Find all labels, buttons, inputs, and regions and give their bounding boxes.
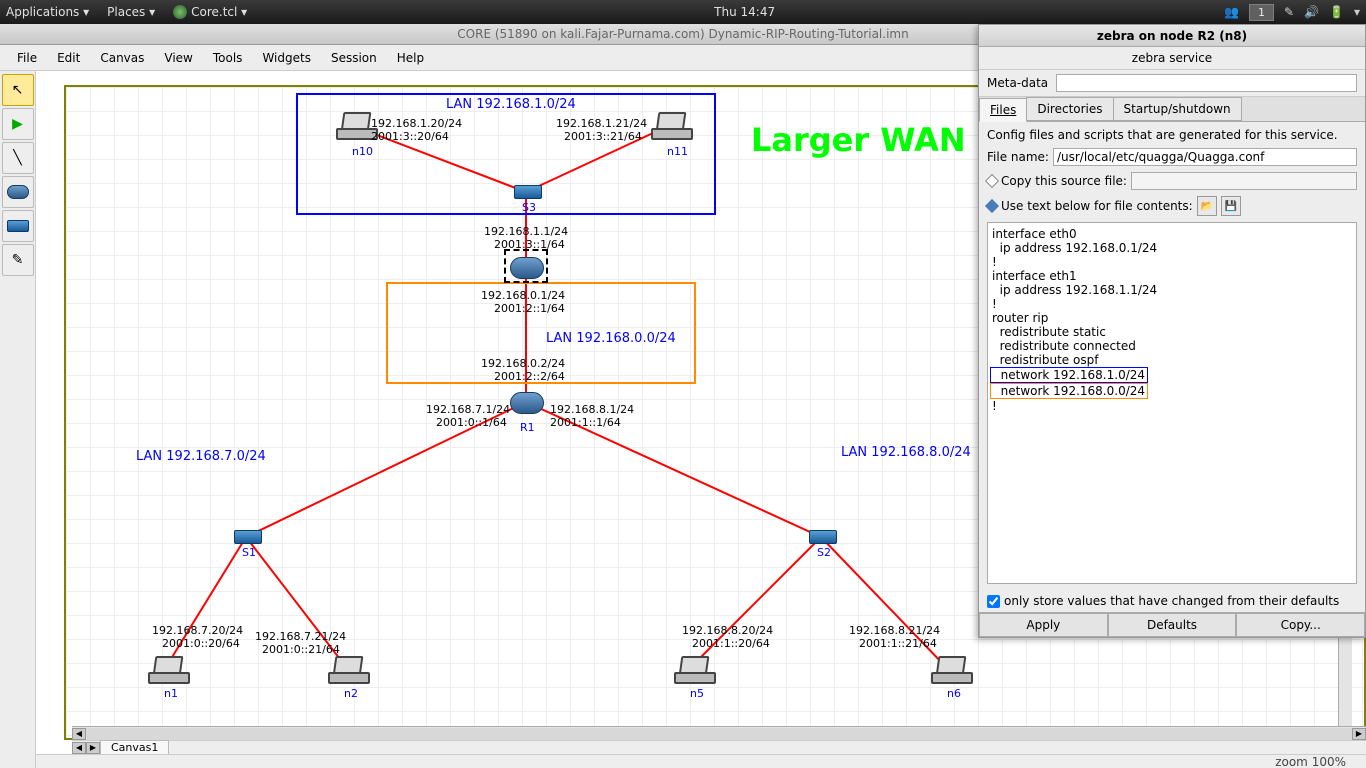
window-menu-core[interactable]: Core.tcl ▾ bbox=[173, 5, 247, 20]
node-s3[interactable] bbox=[514, 185, 542, 199]
config-textarea[interactable]: interface eth0 ip address 192.168.0.1/24… bbox=[987, 222, 1357, 584]
menu-help[interactable]: Help bbox=[388, 48, 433, 68]
radio-copy-file[interactable] bbox=[985, 174, 999, 188]
wan-title: Larger WAN bbox=[751, 121, 966, 159]
lan8-title: LAN 192.168.8.0/24 bbox=[841, 445, 971, 460]
applications-menu[interactable]: Applications ▾ bbox=[6, 5, 89, 19]
node-s2[interactable] bbox=[809, 530, 837, 544]
use-text-label: Use text below for file contents: bbox=[1001, 199, 1193, 213]
copy-file-input[interactable] bbox=[1131, 172, 1357, 190]
status-bar: zoom 100% bbox=[36, 754, 1366, 768]
copy-file-label: Copy this source file: bbox=[1001, 174, 1127, 188]
node-n5[interactable] bbox=[674, 656, 712, 684]
open-file-icon[interactable]: 📂 bbox=[1197, 196, 1217, 216]
only-store-changed-checkbox[interactable] bbox=[987, 595, 1000, 608]
apply-button[interactable]: Apply bbox=[979, 613, 1108, 637]
menu-session[interactable]: Session bbox=[322, 48, 386, 68]
radio-use-text[interactable] bbox=[985, 199, 999, 213]
users-icon[interactable]: 👥 bbox=[1224, 5, 1239, 19]
service-tabs: Files Directories Startup/shutdown bbox=[979, 97, 1365, 122]
canvas-tab[interactable]: Canvas1 bbox=[100, 740, 169, 755]
left-toolbar: ↖ ▶ ╲ ✎ bbox=[0, 71, 36, 768]
save-file-icon[interactable]: 💾 bbox=[1221, 196, 1241, 216]
menu-file[interactable]: File bbox=[8, 48, 46, 68]
select-tool[interactable]: ↖ bbox=[2, 74, 34, 106]
tab-description: Config files and scripts that are genera… bbox=[987, 128, 1357, 142]
color-picker-icon[interactable]: ✎ bbox=[1284, 5, 1294, 19]
hscroll-left[interactable]: ◀ bbox=[72, 728, 86, 740]
hscroll-right[interactable]: ▶ bbox=[1352, 728, 1366, 740]
only-store-changed-label: only store values that have changed from… bbox=[1004, 594, 1339, 608]
tab-next[interactable]: ▶ bbox=[86, 742, 100, 754]
tab-prev[interactable]: ◀ bbox=[72, 742, 86, 754]
link-tool[interactable]: ╲ bbox=[2, 142, 34, 174]
clock: Thu 14:47 bbox=[714, 5, 775, 19]
node-r2[interactable] bbox=[510, 257, 544, 279]
defaults-button[interactable]: Defaults bbox=[1108, 613, 1237, 637]
zebra-service-panel: zebra on node R2 (n8) zebra service Meta… bbox=[978, 24, 1366, 638]
node-s1[interactable] bbox=[234, 530, 262, 544]
metadata-input[interactable] bbox=[1056, 74, 1357, 92]
node-r1[interactable] bbox=[510, 392, 544, 414]
lan7-title: LAN 192.168.7.0/24 bbox=[136, 449, 266, 464]
system-tray: 👥 1 ✎ 🔊 🔋 ▾ bbox=[1224, 4, 1360, 21]
node-n6[interactable] bbox=[931, 656, 969, 684]
power-icon[interactable]: ▾ bbox=[1354, 5, 1360, 19]
menu-view[interactable]: View bbox=[155, 48, 201, 68]
tab-files[interactable]: Files bbox=[979, 98, 1027, 122]
node-n11[interactable] bbox=[651, 112, 689, 140]
menu-widgets[interactable]: Widgets bbox=[253, 48, 320, 68]
metadata-label: Meta-data bbox=[987, 76, 1048, 90]
lan1-title: LAN 192.168.1.0/24 bbox=[446, 97, 576, 112]
canvas-tabbar: ◀ ▶ Canvas1 bbox=[72, 740, 1366, 754]
router-tool[interactable] bbox=[2, 176, 34, 208]
panel-subtitle: zebra service bbox=[979, 47, 1365, 70]
tab-startup[interactable]: Startup/shutdown bbox=[1113, 97, 1242, 121]
annotation-tool[interactable]: ✎ bbox=[2, 244, 34, 276]
battery-icon[interactable]: 🔋 bbox=[1329, 5, 1344, 19]
gnome-top-panel: Applications ▾ Places ▾ Core.tcl ▾ Thu 1… bbox=[0, 0, 1366, 24]
menu-canvas[interactable]: Canvas bbox=[91, 48, 153, 68]
tab-directories[interactable]: Directories bbox=[1026, 97, 1113, 121]
filename-label: File name: bbox=[987, 150, 1049, 164]
workspace-indicator[interactable]: 1 bbox=[1249, 4, 1274, 21]
menu-tools[interactable]: Tools bbox=[204, 48, 252, 68]
lan0-title: LAN 192.168.0.0/24 bbox=[546, 331, 676, 346]
node-n2[interactable] bbox=[328, 656, 366, 684]
node-n10[interactable] bbox=[336, 112, 374, 140]
horizontal-scrollbar[interactable]: ◀ ▶ bbox=[72, 726, 1366, 740]
start-session-button[interactable]: ▶ bbox=[2, 108, 34, 140]
copy-button[interactable]: Copy... bbox=[1236, 613, 1365, 637]
filename-input[interactable] bbox=[1053, 148, 1357, 166]
node-n1[interactable] bbox=[148, 656, 186, 684]
window-title: CORE (51890 on kali.Fajar-Purnama.com) D… bbox=[457, 27, 908, 41]
zoom-level: zoom 100% bbox=[1275, 755, 1346, 768]
places-menu[interactable]: Places ▾ bbox=[107, 5, 155, 19]
panel-title: zebra on node R2 (n8) bbox=[979, 25, 1365, 47]
hub-tool[interactable] bbox=[2, 210, 34, 242]
volume-icon[interactable]: 🔊 bbox=[1304, 5, 1319, 19]
menu-edit[interactable]: Edit bbox=[48, 48, 89, 68]
